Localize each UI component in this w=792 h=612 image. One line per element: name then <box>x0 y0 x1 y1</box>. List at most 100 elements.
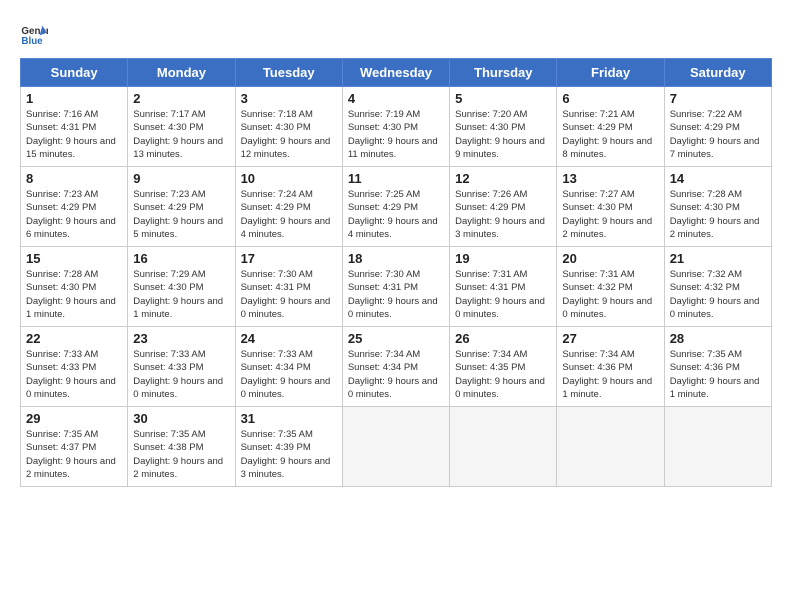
cell-info: Sunrise: 7:35 AMSunset: 4:36 PMDaylight:… <box>670 349 760 400</box>
day-number: 12 <box>455 171 551 186</box>
cell-info: Sunrise: 7:28 AMSunset: 4:30 PMDaylight:… <box>26 269 116 320</box>
svg-text:Blue: Blue <box>21 36 43 47</box>
calendar-cell: 2 Sunrise: 7:17 AMSunset: 4:30 PMDayligh… <box>128 87 235 167</box>
cell-info: Sunrise: 7:32 AMSunset: 4:32 PMDaylight:… <box>670 269 760 320</box>
day-number: 31 <box>241 411 337 426</box>
day-number: 14 <box>670 171 766 186</box>
cell-info: Sunrise: 7:35 AMSunset: 4:39 PMDaylight:… <box>241 429 331 480</box>
weekday-header-wednesday: Wednesday <box>342 59 449 87</box>
cell-info: Sunrise: 7:34 AMSunset: 4:36 PMDaylight:… <box>562 349 652 400</box>
cell-info: Sunrise: 7:19 AMSunset: 4:30 PMDaylight:… <box>348 109 438 160</box>
logo: General Blue <box>20 20 52 48</box>
calendar-cell: 22 Sunrise: 7:33 AMSunset: 4:33 PMDaylig… <box>21 327 128 407</box>
day-number: 5 <box>455 91 551 106</box>
cell-info: Sunrise: 7:31 AMSunset: 4:31 PMDaylight:… <box>455 269 545 320</box>
cell-info: Sunrise: 7:20 AMSunset: 4:30 PMDaylight:… <box>455 109 545 160</box>
calendar-cell: 21 Sunrise: 7:32 AMSunset: 4:32 PMDaylig… <box>664 247 771 327</box>
day-number: 20 <box>562 251 658 266</box>
calendar-cell: 17 Sunrise: 7:30 AMSunset: 4:31 PMDaylig… <box>235 247 342 327</box>
day-number: 23 <box>133 331 229 346</box>
calendar-cell: 15 Sunrise: 7:28 AMSunset: 4:30 PMDaylig… <box>21 247 128 327</box>
weekday-header-thursday: Thursday <box>450 59 557 87</box>
calendar-cell: 23 Sunrise: 7:33 AMSunset: 4:33 PMDaylig… <box>128 327 235 407</box>
cell-info: Sunrise: 7:29 AMSunset: 4:30 PMDaylight:… <box>133 269 223 320</box>
cell-info: Sunrise: 7:35 AMSunset: 4:38 PMDaylight:… <box>133 429 223 480</box>
day-number: 22 <box>26 331 122 346</box>
calendar-cell: 11 Sunrise: 7:25 AMSunset: 4:29 PMDaylig… <box>342 167 449 247</box>
day-number: 1 <box>26 91 122 106</box>
cell-info: Sunrise: 7:33 AMSunset: 4:34 PMDaylight:… <box>241 349 331 400</box>
calendar-cell: 26 Sunrise: 7:34 AMSunset: 4:35 PMDaylig… <box>450 327 557 407</box>
cell-info: Sunrise: 7:30 AMSunset: 4:31 PMDaylight:… <box>241 269 331 320</box>
calendar-cell: 25 Sunrise: 7:34 AMSunset: 4:34 PMDaylig… <box>342 327 449 407</box>
calendar-cell: 24 Sunrise: 7:33 AMSunset: 4:34 PMDaylig… <box>235 327 342 407</box>
calendar-cell: 29 Sunrise: 7:35 AMSunset: 4:37 PMDaylig… <box>21 407 128 487</box>
calendar-cell: 28 Sunrise: 7:35 AMSunset: 4:36 PMDaylig… <box>664 327 771 407</box>
cell-info: Sunrise: 7:23 AMSunset: 4:29 PMDaylight:… <box>133 189 223 240</box>
cell-info: Sunrise: 7:25 AMSunset: 4:29 PMDaylight:… <box>348 189 438 240</box>
day-number: 7 <box>670 91 766 106</box>
calendar-cell: 12 Sunrise: 7:26 AMSunset: 4:29 PMDaylig… <box>450 167 557 247</box>
calendar-cell: 19 Sunrise: 7:31 AMSunset: 4:31 PMDaylig… <box>450 247 557 327</box>
day-number: 18 <box>348 251 444 266</box>
calendar-cell: 5 Sunrise: 7:20 AMSunset: 4:30 PMDayligh… <box>450 87 557 167</box>
cell-info: Sunrise: 7:18 AMSunset: 4:30 PMDaylight:… <box>241 109 331 160</box>
day-number: 24 <box>241 331 337 346</box>
day-number: 28 <box>670 331 766 346</box>
calendar-cell: 27 Sunrise: 7:34 AMSunset: 4:36 PMDaylig… <box>557 327 664 407</box>
cell-info: Sunrise: 7:23 AMSunset: 4:29 PMDaylight:… <box>26 189 116 240</box>
day-number: 11 <box>348 171 444 186</box>
cell-info: Sunrise: 7:24 AMSunset: 4:29 PMDaylight:… <box>241 189 331 240</box>
day-number: 19 <box>455 251 551 266</box>
day-number: 16 <box>133 251 229 266</box>
day-number: 6 <box>562 91 658 106</box>
day-number: 17 <box>241 251 337 266</box>
calendar-cell: 4 Sunrise: 7:19 AMSunset: 4:30 PMDayligh… <box>342 87 449 167</box>
day-number: 27 <box>562 331 658 346</box>
cell-info: Sunrise: 7:28 AMSunset: 4:30 PMDaylight:… <box>670 189 760 240</box>
weekday-header-tuesday: Tuesday <box>235 59 342 87</box>
header: General Blue <box>20 20 772 48</box>
day-number: 15 <box>26 251 122 266</box>
cell-info: Sunrise: 7:26 AMSunset: 4:29 PMDaylight:… <box>455 189 545 240</box>
calendar-cell: 30 Sunrise: 7:35 AMSunset: 4:38 PMDaylig… <box>128 407 235 487</box>
day-number: 9 <box>133 171 229 186</box>
cell-info: Sunrise: 7:33 AMSunset: 4:33 PMDaylight:… <box>133 349 223 400</box>
cell-info: Sunrise: 7:31 AMSunset: 4:32 PMDaylight:… <box>562 269 652 320</box>
weekday-header-saturday: Saturday <box>664 59 771 87</box>
weekday-header-friday: Friday <box>557 59 664 87</box>
day-number: 30 <box>133 411 229 426</box>
calendar-cell: 8 Sunrise: 7:23 AMSunset: 4:29 PMDayligh… <box>21 167 128 247</box>
logo-icon: General Blue <box>20 20 48 48</box>
weekday-header-monday: Monday <box>128 59 235 87</box>
cell-info: Sunrise: 7:35 AMSunset: 4:37 PMDaylight:… <box>26 429 116 480</box>
day-number: 13 <box>562 171 658 186</box>
calendar-cell <box>450 407 557 487</box>
day-number: 10 <box>241 171 337 186</box>
cell-info: Sunrise: 7:27 AMSunset: 4:30 PMDaylight:… <box>562 189 652 240</box>
day-number: 29 <box>26 411 122 426</box>
cell-info: Sunrise: 7:34 AMSunset: 4:35 PMDaylight:… <box>455 349 545 400</box>
cell-info: Sunrise: 7:34 AMSunset: 4:34 PMDaylight:… <box>348 349 438 400</box>
cell-info: Sunrise: 7:22 AMSunset: 4:29 PMDaylight:… <box>670 109 760 160</box>
cell-info: Sunrise: 7:17 AMSunset: 4:30 PMDaylight:… <box>133 109 223 160</box>
day-number: 25 <box>348 331 444 346</box>
calendar-cell: 6 Sunrise: 7:21 AMSunset: 4:29 PMDayligh… <box>557 87 664 167</box>
day-number: 4 <box>348 91 444 106</box>
calendar-cell: 20 Sunrise: 7:31 AMSunset: 4:32 PMDaylig… <box>557 247 664 327</box>
day-number: 26 <box>455 331 551 346</box>
cell-info: Sunrise: 7:16 AMSunset: 4:31 PMDaylight:… <box>26 109 116 160</box>
weekday-header-sunday: Sunday <box>21 59 128 87</box>
calendar-cell: 13 Sunrise: 7:27 AMSunset: 4:30 PMDaylig… <box>557 167 664 247</box>
calendar-cell <box>664 407 771 487</box>
calendar-cell: 7 Sunrise: 7:22 AMSunset: 4:29 PMDayligh… <box>664 87 771 167</box>
calendar-cell: 18 Sunrise: 7:30 AMSunset: 4:31 PMDaylig… <box>342 247 449 327</box>
calendar-cell: 14 Sunrise: 7:28 AMSunset: 4:30 PMDaylig… <box>664 167 771 247</box>
calendar-cell: 31 Sunrise: 7:35 AMSunset: 4:39 PMDaylig… <box>235 407 342 487</box>
day-number: 2 <box>133 91 229 106</box>
cell-info: Sunrise: 7:33 AMSunset: 4:33 PMDaylight:… <box>26 349 116 400</box>
day-number: 3 <box>241 91 337 106</box>
calendar-cell: 10 Sunrise: 7:24 AMSunset: 4:29 PMDaylig… <box>235 167 342 247</box>
calendar-table: SundayMondayTuesdayWednesdayThursdayFrid… <box>20 58 772 487</box>
day-number: 21 <box>670 251 766 266</box>
